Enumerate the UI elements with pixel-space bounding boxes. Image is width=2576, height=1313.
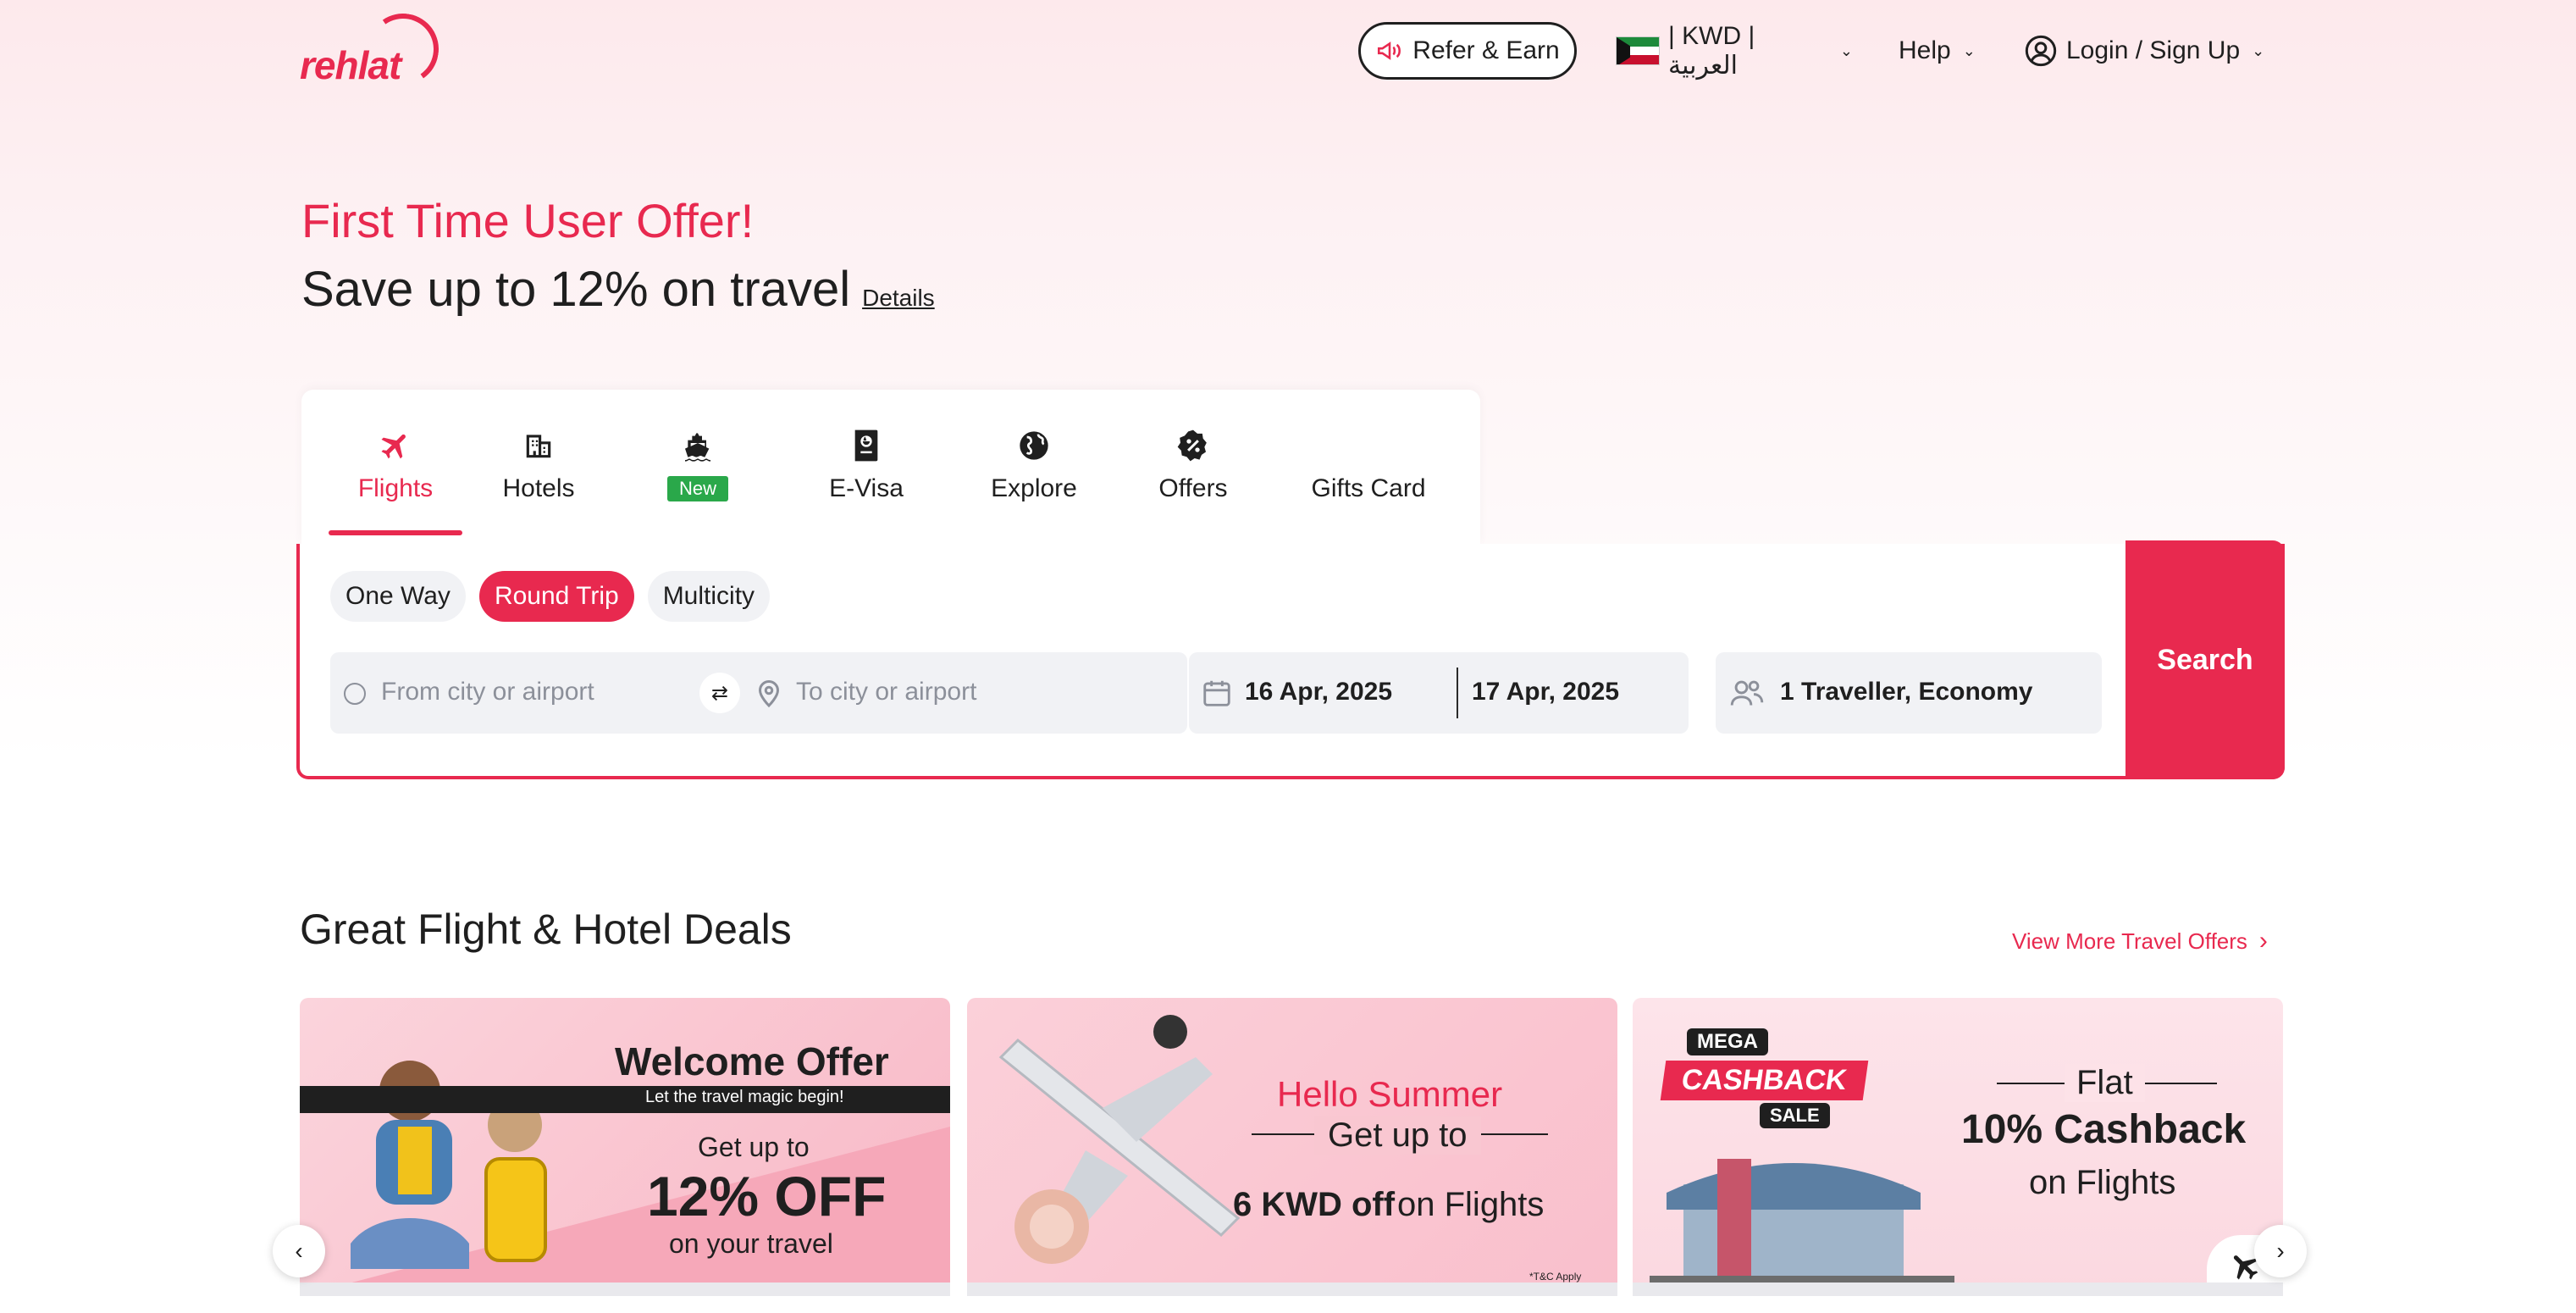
user-circle-icon	[2025, 35, 2057, 67]
tab-label: Explore	[991, 474, 1077, 502]
plane-icon	[377, 427, 414, 464]
kuwait-flag-icon	[1616, 36, 1660, 65]
tab-hotels[interactable]: Hotels	[479, 390, 598, 540]
gift-card-icon	[1350, 427, 1387, 464]
refer-earn-label: Refer & Earn	[1412, 36, 1560, 64]
card-note: *T&C Apply	[1529, 1271, 1582, 1283]
card-big-text: 10% Cashback	[1961, 1107, 2247, 1152]
card-line2: on Flights	[2029, 1164, 2176, 1201]
product-tabs: Flights Hotels New E-Visa Explore Offers…	[301, 390, 1480, 544]
tab-label: Offers	[1158, 474, 1228, 502]
card-big-text: 6 KWD off	[1233, 1186, 1396, 1223]
discount-icon	[1175, 427, 1212, 464]
view-more-offers-link[interactable]: View More Travel Offers ›	[2012, 927, 2268, 956]
deal-card-cashback[interactable]: MEGA CASHBACK SALE Flat 10% Cashback on …	[1633, 998, 2283, 1296]
tab-new[interactable]: New	[655, 390, 740, 540]
route-fields: From city or airport ⇄ To city or airpor…	[330, 652, 1187, 734]
currency-language-selector[interactable]: | KWD | العربية ⌄	[1616, 22, 1853, 80]
badge-top: MEGA	[1687, 1028, 1768, 1055]
flight-search-panel: One Way Round Trip Multicity From city o…	[296, 540, 2285, 779]
rehlat-logo[interactable]: rehlat	[298, 8, 445, 91]
view-more-label: View More Travel Offers	[2012, 928, 2247, 954]
deal-card-hello-summer[interactable]: Hello Summer Get up to 6 KWD off on Flig…	[967, 998, 1617, 1296]
globe-icon	[1015, 427, 1053, 464]
date-fields: 16 Apr, 2025 17 Apr, 2025	[1189, 652, 1689, 734]
details-link[interactable]: Details	[862, 285, 935, 312]
airplane-illustration	[998, 1015, 1241, 1264]
swap-icon[interactable]: ⇄	[699, 673, 740, 713]
depart-date[interactable]: 16 Apr, 2025	[1245, 678, 1392, 706]
tab-label: Gifts Card	[1311, 474, 1426, 502]
currency-label: | KWD | العربية	[1668, 21, 1755, 80]
carousel-next-button[interactable]: ›	[2254, 1225, 2307, 1277]
passport-icon	[848, 427, 885, 464]
badge-bottom: SALE	[1760, 1103, 1830, 1128]
from-input[interactable]: From city or airport	[381, 678, 594, 706]
offer-subtitle: Save up to 12% on travel	[301, 262, 851, 317]
tab-evisa[interactable]: E-Visa	[810, 390, 923, 540]
deal-card-welcome-offer[interactable]: Welcome Offer Let the travel magic begin…	[300, 998, 950, 1296]
badge-main: CASHBACK	[1660, 1061, 1868, 1100]
help-label: Help	[1899, 36, 1951, 64]
calendar-icon	[1203, 680, 1230, 706]
new-badge: New	[666, 476, 728, 501]
travellers-icon	[1730, 680, 1764, 706]
trip-one-way[interactable]: One Way	[330, 571, 466, 622]
tab-offers[interactable]: Offers	[1138, 390, 1248, 540]
chevron-down-icon: ⌄	[2252, 42, 2265, 59]
card-footer	[1633, 1283, 2283, 1296]
tab-label: E-Visa	[829, 474, 904, 502]
trip-multicity[interactable]: Multicity	[647, 571, 771, 622]
card-footer	[967, 1283, 1617, 1296]
date-divider	[1457, 668, 1458, 718]
login-signup-menu[interactable]: Login / Sign Up ⌄	[2024, 22, 2269, 80]
cruise-icon	[679, 429, 716, 466]
refer-earn-button[interactable]: Refer & Earn	[1358, 22, 1577, 80]
chevron-down-icon: ⌄	[1839, 42, 1853, 59]
help-menu[interactable]: Help ⌄	[1899, 22, 1983, 80]
card-line1: Get up to	[698, 1132, 810, 1162]
chevron-right-icon: ›	[2258, 927, 2268, 955]
card-line1: Flat	[2065, 1064, 2145, 1102]
card-tagline: Let the travel magic begin!	[645, 1088, 844, 1106]
search-button[interactable]: Search	[2125, 540, 2285, 779]
chevron-left-icon: ‹	[295, 1238, 303, 1264]
chevron-right-icon: ›	[2276, 1238, 2285, 1264]
megaphone-icon	[1378, 42, 1401, 60]
tab-flights[interactable]: Flights	[329, 390, 462, 540]
building-icon	[520, 427, 557, 464]
chevron-down-icon: ⌄	[1962, 42, 1976, 59]
trip-type-options: One Way Round Trip Multicity	[330, 571, 771, 622]
card-line2: on Flights	[1397, 1186, 1545, 1223]
login-label: Login / Sign Up	[2066, 36, 2241, 64]
traveller-illustration	[351, 1061, 547, 1269]
origin-circle-icon	[344, 683, 366, 705]
tab-label: Flights	[357, 474, 434, 502]
offer-title: First Time User Offer!	[301, 194, 755, 247]
travellers-field[interactable]: 1 Traveller, Economy	[1716, 652, 2102, 734]
location-pin-icon	[758, 680, 780, 708]
to-input[interactable]: To city or airport	[796, 678, 976, 706]
offer-subtitle-row: Save up to 12% on travel Details	[301, 261, 935, 318]
card-heading: Welcome Offer	[615, 1039, 889, 1083]
travellers-value: 1 Traveller, Economy	[1780, 678, 2033, 706]
tagline-bar	[300, 1086, 950, 1113]
trip-round-trip[interactable]: Round Trip	[478, 571, 634, 622]
card-line1: Get up to	[1314, 1116, 1481, 1155]
airport-illustration	[1650, 1159, 1954, 1286]
card-line2: on your travel	[669, 1228, 833, 1259]
tab-gifts-card[interactable]: Gifts Card	[1287, 390, 1450, 540]
return-date[interactable]: 17 Apr, 2025	[1472, 678, 1619, 706]
carousel-prev-button[interactable]: ‹	[273, 1225, 325, 1277]
card-footer	[300, 1283, 950, 1296]
logo-text: rehlat	[300, 43, 401, 87]
tab-label: Hotels	[502, 474, 575, 502]
deals-title: Great Flight & Hotel Deals	[300, 906, 792, 953]
card-heading: Hello Summer	[1277, 1074, 1503, 1114]
card-big-text: 12% OFF	[647, 1165, 887, 1227]
tab-explore[interactable]: Explore	[970, 390, 1097, 540]
